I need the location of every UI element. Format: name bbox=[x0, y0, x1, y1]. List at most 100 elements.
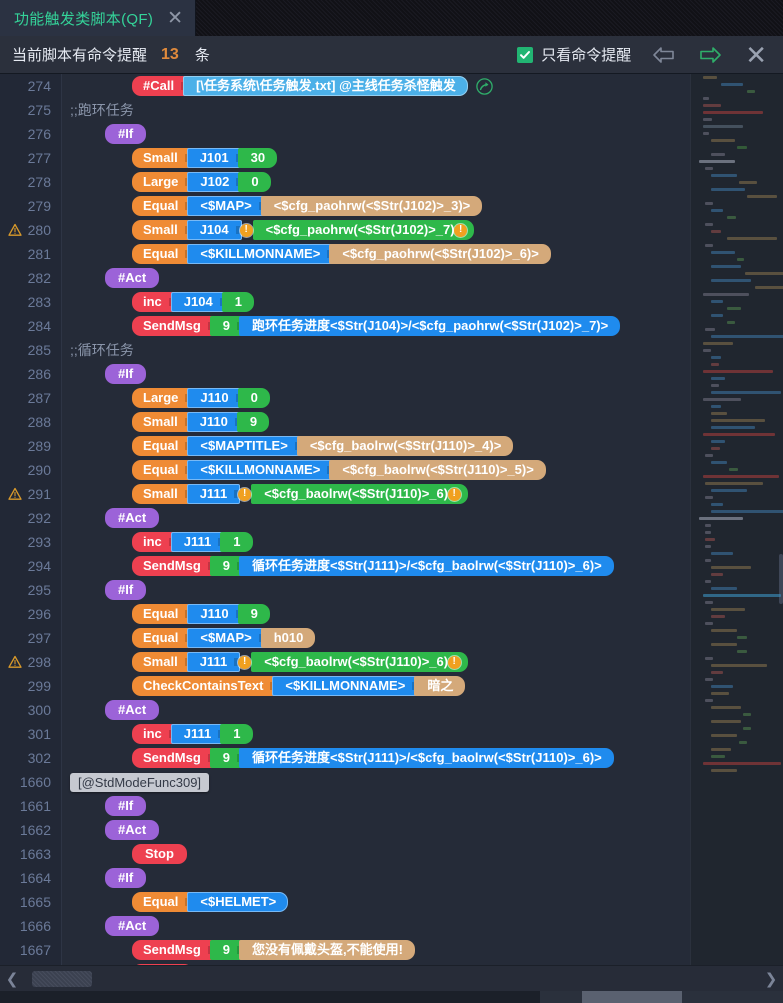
code-row[interactable]: #If bbox=[62, 362, 690, 386]
close-icon[interactable]: ✕ bbox=[163, 9, 187, 28]
warning-badge-icon[interactable]: ! bbox=[447, 655, 461, 669]
code-block-segment[interactable]: 1 bbox=[221, 292, 254, 312]
code-block-segment[interactable]: SendMsg bbox=[132, 556, 214, 576]
code-block-segment[interactable]: 9 bbox=[209, 556, 244, 576]
close-panel-icon[interactable]: ✕ bbox=[745, 42, 767, 68]
code-block-segment[interactable]: 30 bbox=[237, 148, 278, 168]
code-block-segment[interactable]: <$cfg_baolrw(<$Str(J110)>_6)> bbox=[251, 652, 468, 672]
code-block-segment[interactable]: SendMsg bbox=[132, 940, 214, 960]
code-row[interactable]: SendMsg 9 循环任务进度<$Str(J111)>/<$cfg_baolrw(… bbox=[62, 554, 690, 578]
code-row[interactable]: #Act bbox=[62, 914, 690, 938]
chevron-right-icon[interactable]: ❯ bbox=[759, 970, 783, 988]
code-block-segment[interactable]: J111 bbox=[170, 532, 225, 552]
code-block-segment[interactable]: J104 bbox=[170, 292, 226, 312]
code-block-segment[interactable]: 循环任务进度<$Str(J111)>/<$cfg_baolrw(<$Str(J1… bbox=[239, 748, 614, 768]
tab-qf-script[interactable]: 功能触发类脚本(QF) ✕ bbox=[0, 0, 196, 36]
warning-triangle-icon[interactable] bbox=[8, 487, 22, 506]
code-block-segment[interactable]: 9 bbox=[237, 604, 270, 624]
code-row[interactable]: Equal <$MAP> h010 bbox=[62, 626, 690, 650]
code-row[interactable]: #Act bbox=[62, 698, 690, 722]
code-block-segment[interactable]: Equal bbox=[132, 604, 192, 624]
code-block-segment[interactable]: Small bbox=[132, 412, 191, 432]
code-block-segment[interactable]: inc bbox=[132, 532, 175, 552]
code-row[interactable]: #Act bbox=[62, 818, 690, 842]
code-block-segment[interactable]: Small bbox=[132, 220, 191, 240]
code-block-segment[interactable]: Small bbox=[132, 652, 191, 672]
code-block-segment[interactable]: Small bbox=[132, 484, 191, 504]
code-block-segment[interactable]: <$cfg_baolrw(<$Str(J110)>_4)> bbox=[296, 436, 514, 456]
code-block-segment[interactable]: #Act bbox=[105, 508, 160, 528]
code-block-segment[interactable]: Large bbox=[132, 388, 192, 408]
code-block-segment[interactable]: SendMsg bbox=[132, 316, 214, 336]
code-row[interactable]: Large J102 0 bbox=[62, 170, 690, 194]
warning-triangle-icon[interactable] bbox=[8, 655, 22, 674]
code-row[interactable]: Equal J110 9 bbox=[62, 602, 690, 626]
code-block-segment[interactable]: CheckContainsText bbox=[132, 676, 277, 696]
code-area[interactable]: #Call [\任务系统\任务触发.txt] @主线任务杀怪触发 ;;跑环任务 #If… bbox=[62, 74, 690, 977]
code-block-segment[interactable]: 9 bbox=[209, 940, 244, 960]
code-block-segment[interactable]: J101 bbox=[186, 148, 242, 168]
code-row[interactable]: Equal <$MAPTITLE> <$cfg_baolrw(<$Str(J110)… bbox=[62, 434, 690, 458]
code-block-segment[interactable]: J102 bbox=[187, 172, 243, 192]
code-row[interactable]: inc J111 1 bbox=[62, 530, 690, 554]
code-block-segment[interactable]: J111 bbox=[186, 652, 241, 672]
code-block-segment[interactable]: Equal bbox=[132, 196, 192, 216]
arrow-right-icon[interactable] bbox=[697, 45, 723, 65]
code-row[interactable]: #Call [\任务系统\任务触发.txt] @主线任务杀怪触发 bbox=[62, 74, 690, 98]
code-block-segment[interactable]: J104 bbox=[186, 220, 242, 240]
code-block-segment[interactable]: <$cfg_paohrw(<$Str(J102)>_3)> bbox=[260, 196, 483, 216]
chevron-left-icon[interactable]: ❮ bbox=[0, 970, 24, 988]
code-row[interactable]: Equal <$MAP> <$cfg_paohrw(<$Str(J102)>_3)> bbox=[62, 194, 690, 218]
code-row[interactable]: Small J101 30 bbox=[62, 146, 690, 170]
code-block-segment[interactable]: J110 bbox=[186, 412, 241, 432]
code-block-segment[interactable]: #If bbox=[105, 580, 147, 600]
code-block-segment[interactable]: Equal bbox=[132, 628, 192, 648]
code-block-segment[interactable]: #Call bbox=[132, 76, 188, 96]
code-block-segment[interactable]: J110 bbox=[187, 388, 242, 408]
code-block-segment[interactable]: Small bbox=[132, 148, 191, 168]
code-row[interactable]: Small J110 9 bbox=[62, 410, 690, 434]
code-row[interactable]: Small J111! <$cfg_baolrw(<$Str(J110)>_6)>! bbox=[62, 482, 690, 506]
code-row[interactable]: SendMsg 9 跑环任务进度<$Str(J104)>/<$cfg_paohrw(… bbox=[62, 314, 690, 338]
code-row[interactable]: CheckContainsText <$KILLMONNAME> 暗之 bbox=[62, 674, 690, 698]
code-row[interactable]: #If bbox=[62, 794, 690, 818]
code-row[interactable]: #If bbox=[62, 578, 690, 602]
code-block-segment[interactable]: #Act bbox=[105, 268, 160, 288]
code-block-segment[interactable]: #Act bbox=[105, 916, 160, 936]
horizontal-scrollbar[interactable]: ❮ ❯ bbox=[0, 965, 783, 991]
code-block-segment[interactable]: 循环任务进度<$Str(J111)>/<$cfg_baolrw(<$Str(J1… bbox=[239, 556, 614, 576]
code-block-segment[interactable]: SendMsg bbox=[132, 748, 214, 768]
code-block-segment[interactable]: 1 bbox=[220, 532, 253, 552]
code-row[interactable]: #If bbox=[62, 122, 690, 146]
code-block-segment[interactable]: 9 bbox=[209, 748, 244, 768]
code-block-segment[interactable]: #If bbox=[105, 796, 147, 816]
code-row[interactable]: #Act bbox=[62, 266, 690, 290]
only-reminders-checkbox[interactable]: 只看命令提醒 bbox=[517, 44, 631, 65]
code-block-segment[interactable]: [\任务系统\任务触发.txt] @主线任务杀怪触发 bbox=[183, 76, 468, 96]
warning-badge-icon[interactable]: ! bbox=[238, 487, 252, 501]
script-label-block[interactable]: [@StdModeFunc309] bbox=[70, 772, 210, 792]
code-block-segment[interactable]: <$KILLMONNAME> bbox=[187, 460, 334, 480]
code-block-segment[interactable]: inc bbox=[132, 724, 175, 744]
code-block-segment[interactable]: #If bbox=[105, 868, 147, 888]
code-block-segment[interactable]: 您没有佩戴头盔,不能使用! bbox=[239, 940, 415, 960]
code-block-segment[interactable]: <$MAPTITLE> bbox=[187, 436, 301, 456]
code-block-segment[interactable]: <$cfg_baolrw(<$Str(J110)>_5)> bbox=[329, 460, 546, 480]
code-block-segment[interactable]: #Act bbox=[105, 700, 160, 720]
code-row[interactable]: Equal <$HELMET> bbox=[62, 890, 690, 914]
code-block-segment[interactable]: h010 bbox=[260, 628, 316, 648]
code-block-segment[interactable]: <$KILLMONNAME> bbox=[272, 676, 419, 696]
code-row[interactable]: ;;跑环任务 bbox=[62, 98, 690, 122]
code-block-segment[interactable]: 0 bbox=[238, 172, 271, 192]
code-block-segment[interactable]: 0 bbox=[237, 388, 270, 408]
code-block-segment[interactable]: 1 bbox=[220, 724, 253, 744]
code-row[interactable]: #Act bbox=[62, 506, 690, 530]
code-block-segment[interactable]: <$MAP> bbox=[187, 628, 265, 648]
code-block-segment[interactable]: Large bbox=[132, 172, 192, 192]
code-block-segment[interactable]: <$cfg_baolrw(<$Str(J110)>_6)> bbox=[251, 484, 468, 504]
code-row[interactable]: Equal <$KILLMONNAME> <$cfg_paohrw(<$Str(J1… bbox=[62, 242, 690, 266]
code-row[interactable]: Stop bbox=[62, 842, 690, 866]
code-block-segment[interactable]: 9 bbox=[209, 316, 244, 336]
code-block-segment[interactable]: J111 bbox=[170, 724, 225, 744]
code-block-segment[interactable]: inc bbox=[132, 292, 175, 312]
